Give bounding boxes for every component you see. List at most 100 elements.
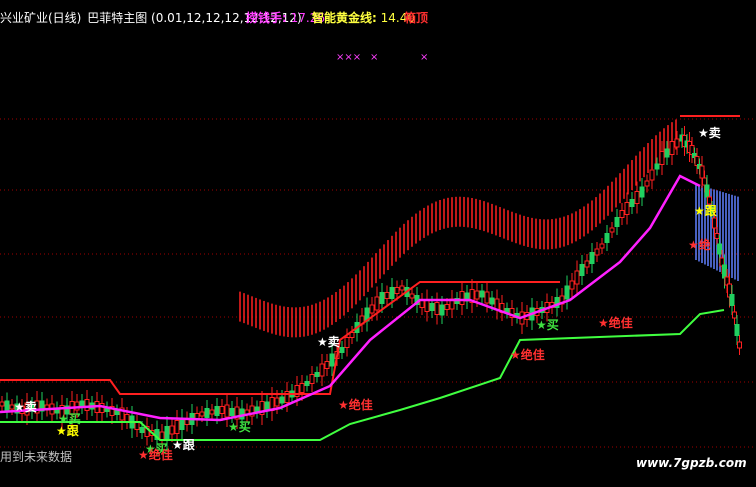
signal-follow-3: ★跟 [172, 438, 195, 452]
box-top-label: 箱顶 [404, 11, 429, 25]
candle-body [179, 418, 185, 430]
candle-body [299, 383, 305, 393]
candle-body [419, 300, 425, 308]
chart-stage[interactable]: 兴业矿业(日线) 巴菲特主图 (0.01,12,12,12,12,12,12) … [0, 0, 756, 487]
candle-body [737, 341, 742, 349]
candle-body [712, 217, 717, 229]
candle-body [174, 420, 180, 434]
signal-follow-2: ★跟 [56, 424, 79, 438]
candle-body [204, 408, 210, 418]
candle-body [589, 252, 595, 264]
candle-body [639, 186, 645, 198]
signal-jue-jia-3: ★绝佳 [598, 316, 633, 330]
candle-body [389, 287, 395, 299]
indicator-lines [0, 115, 740, 441]
candle-body [114, 410, 120, 415]
candle-body [649, 169, 655, 181]
candle-body [74, 401, 80, 411]
future-data-note: 用到未来数据 [0, 450, 73, 464]
candle-body [619, 210, 625, 218]
candle-body [699, 165, 705, 179]
candle-body [139, 427, 145, 433]
candle-body [324, 361, 330, 369]
candle-body [214, 406, 220, 416]
candle-body [634, 191, 640, 204]
candle-body [702, 177, 707, 186]
candle-body [644, 180, 650, 187]
signal-jue-1: ★绝 [688, 238, 711, 252]
candle-body [339, 347, 345, 353]
money-label: 捞钱手: [246, 11, 287, 25]
candle-body [219, 406, 225, 414]
candle-body [344, 337, 350, 348]
candle-body [489, 297, 495, 305]
candle-body [169, 425, 175, 435]
candle-body [134, 422, 140, 430]
candle-body [309, 374, 315, 384]
candle-body [717, 243, 722, 255]
candle-body [569, 280, 575, 290]
candle-body [229, 408, 235, 416]
candle-body [732, 311, 737, 319]
candle-body [384, 292, 390, 299]
candle-body [564, 285, 570, 300]
money-line [0, 174, 701, 422]
candle-body [474, 290, 480, 300]
x-mark-single-2: × [420, 52, 429, 63]
candle-body [199, 411, 205, 417]
candle-body [369, 304, 375, 314]
candle-body [722, 264, 727, 279]
gold-readout: 智能黄金线: 14.40 [312, 9, 415, 27]
candle-body [459, 291, 465, 305]
x-mark-single-1: × [370, 52, 379, 63]
candle-body [629, 199, 635, 207]
candle-body [479, 290, 485, 298]
signal-sell-3: ★卖 [14, 400, 37, 414]
candle-body [159, 431, 165, 441]
candle-body [209, 409, 215, 415]
signal-jue-jia-1: ★绝佳 [338, 398, 373, 412]
candle-body [424, 299, 430, 312]
candle-body [224, 404, 230, 418]
candle-body [279, 396, 285, 404]
candle-body [654, 163, 660, 170]
candle-body [704, 184, 710, 198]
candle-body [264, 401, 270, 411]
candle-body [729, 294, 735, 306]
candle-body [304, 381, 310, 386]
x-marks: ××× [336, 52, 362, 63]
indicator-name[interactable]: 巴菲特主图 [87, 9, 147, 26]
candle-body [0, 401, 5, 407]
signal-follow-1: ★跟 [694, 204, 717, 218]
candle-body [714, 233, 720, 239]
candle-body [584, 260, 590, 268]
candle-body [319, 363, 325, 377]
candle-body [614, 217, 620, 227]
signal-jue-jia-4: ★绝佳 [138, 448, 173, 462]
gold-label: 智能黄金线: [312, 11, 377, 25]
kline-chart[interactable] [0, 0, 756, 487]
candle-body [274, 397, 280, 407]
candle-body [599, 243, 605, 249]
candle-body [609, 227, 615, 233]
candle-body [484, 291, 490, 304]
candle-body [4, 400, 10, 411]
candle-body [329, 353, 335, 367]
candle-body [674, 138, 680, 148]
watermark: www.7gpzb.com [636, 456, 747, 470]
candle-body [604, 233, 610, 243]
candle-body [409, 293, 415, 299]
candle-body [379, 292, 385, 304]
candle-body [124, 414, 130, 422]
candle-body [664, 148, 670, 158]
candle-body [574, 270, 580, 285]
candle-body [439, 304, 445, 316]
stock-title: 兴业矿业(日线) [0, 11, 82, 25]
candle-body [734, 324, 740, 336]
candle-body [659, 151, 665, 165]
candle-body [164, 426, 170, 440]
candle-body [374, 296, 380, 311]
candle-body [579, 264, 585, 276]
candle-body [84, 399, 90, 411]
candle-body [624, 202, 630, 215]
